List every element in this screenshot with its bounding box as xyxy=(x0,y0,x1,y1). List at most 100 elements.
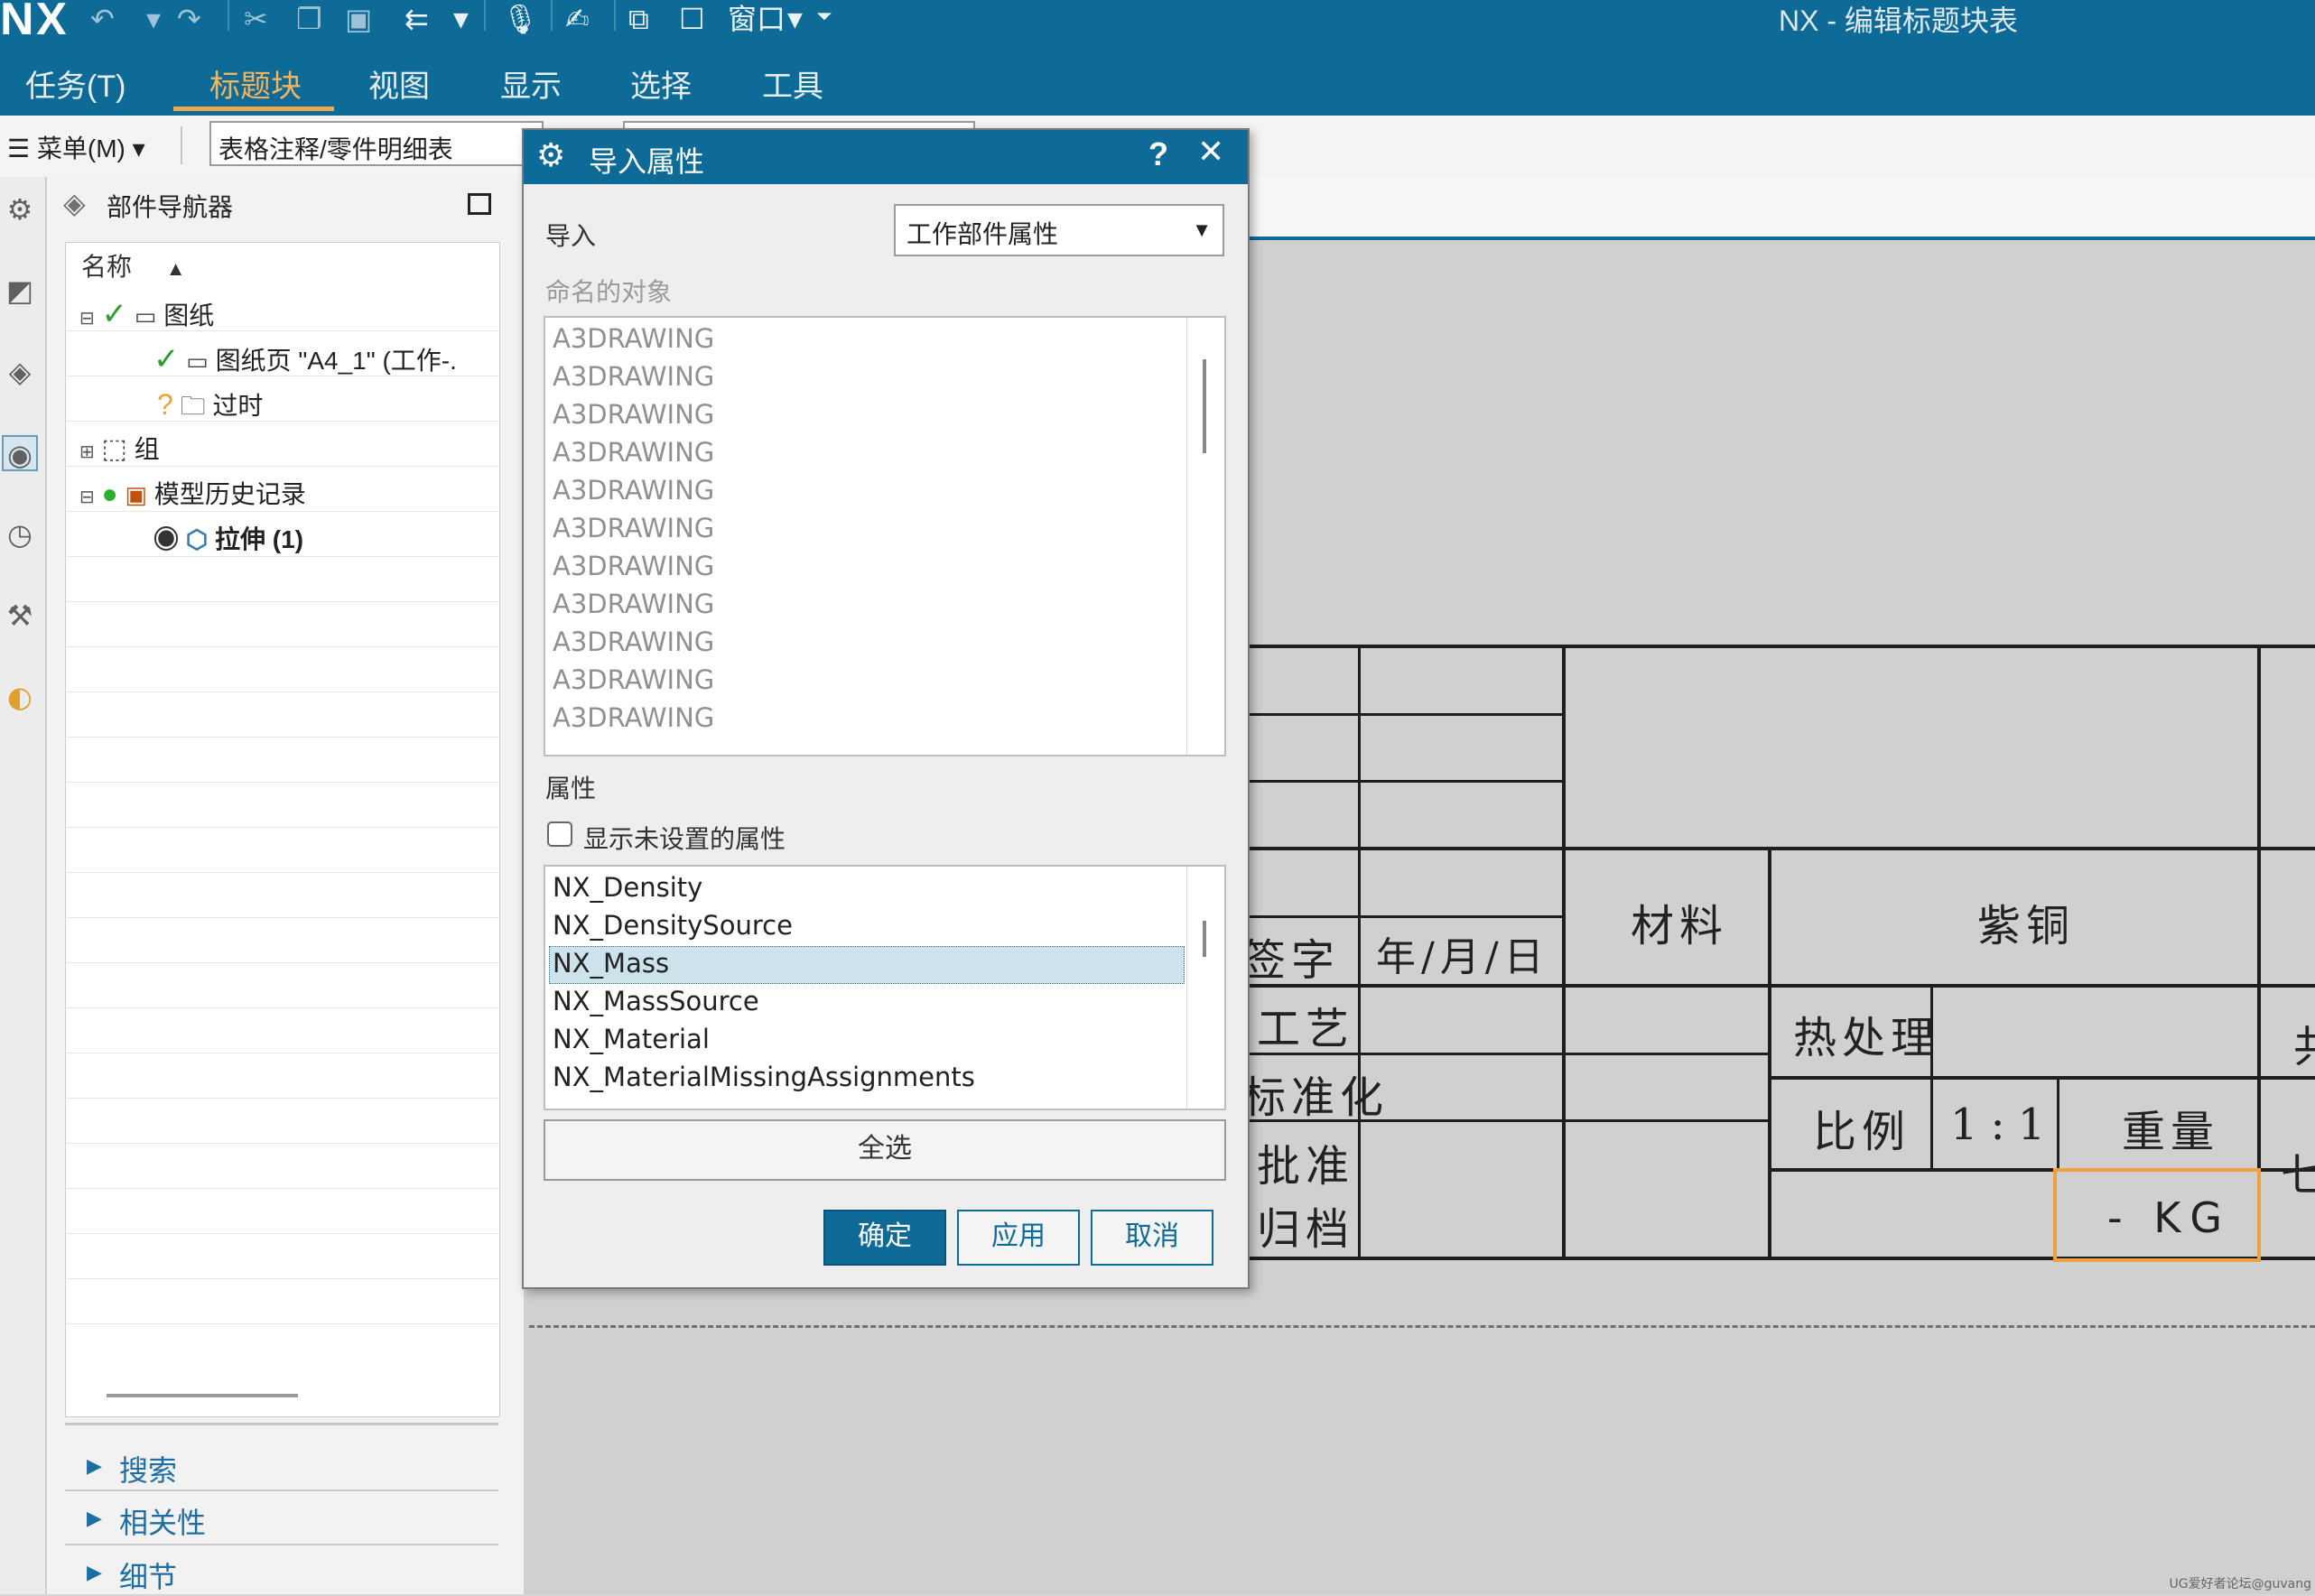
touch-mode-icon[interactable]: ✍ xyxy=(565,2,590,36)
tab-title-block[interactable]: 标题块 xyxy=(209,61,302,107)
list-item[interactable]: A3DRAWING xyxy=(553,551,714,581)
collapse-icon[interactable]: ⊟ xyxy=(79,309,95,329)
tree-row-sheet[interactable]: ✓ ▭ 图纸页 "A4_1" (工作-. xyxy=(153,341,457,377)
cell-scale-value[interactable]: 1:1 xyxy=(1950,1100,2058,1150)
drawing-icon: ▭ xyxy=(134,302,157,329)
cell-material-label[interactable]: 材料 xyxy=(1631,890,1728,953)
select-all-button[interactable]: 全选 xyxy=(544,1119,1226,1181)
redo-icon[interactable]: ↷ xyxy=(177,2,201,36)
list-item[interactable]: A3DRAWING xyxy=(553,475,714,506)
part-navigator-icon: ◈ xyxy=(63,186,86,220)
history-clock-icon[interactable]: ◷ xyxy=(2,516,38,552)
cell-standardization[interactable]: 标准化 xyxy=(1242,1062,1389,1125)
part-navigator-icon[interactable]: ◈ xyxy=(2,354,38,390)
collapse-icon[interactable]: ⊟ xyxy=(79,487,95,507)
cell-material-value[interactable]: 紫铜 xyxy=(1977,890,2075,953)
eye-icon[interactable]: ◉ xyxy=(153,525,179,553)
caret-right-icon[interactable]: ▶ xyxy=(87,1562,102,1584)
table-line xyxy=(1250,915,1564,918)
cell-archive[interactable]: 归档 xyxy=(1257,1193,1354,1257)
tab-select[interactable]: 选择 xyxy=(630,61,692,107)
tree-row-extrude[interactable]: ◉ ⬡ 拉伸 (1) xyxy=(153,520,303,556)
import-source-select[interactable]: 工作部件属性 ▼ xyxy=(894,204,1224,256)
tab-tasks[interactable]: 任务(T) xyxy=(25,61,126,107)
list-item[interactable]: A3DRAWING xyxy=(553,626,714,657)
type-filter-combo[interactable]: 表格注释/零件明细表 xyxy=(209,121,544,166)
list-item[interactable]: A3DRAWING xyxy=(553,323,714,354)
dropdown-arrow-icon[interactable]: ▼ xyxy=(453,9,469,32)
section-dependencies[interactable]: 相关性 xyxy=(119,1500,206,1542)
window-menu[interactable]: 窗口 xyxy=(728,0,786,38)
cell-weight-value[interactable]: - KG xyxy=(2107,1193,2231,1242)
scrollbar-thumb[interactable] xyxy=(1203,359,1206,453)
caret-right-icon[interactable]: ▶ xyxy=(87,1508,102,1530)
cancel-button[interactable]: 取消 xyxy=(1091,1210,1213,1266)
copy-icon[interactable]: ❐ xyxy=(296,2,322,36)
list-item[interactable]: A3DRAWING xyxy=(553,361,714,392)
dropdown-arrow-icon[interactable]: ▼ xyxy=(787,9,803,32)
paste-icon[interactable]: ▣ xyxy=(345,2,372,36)
list-item[interactable]: NX_Density xyxy=(553,872,702,903)
customize-quick-access-icon[interactable]: ⏷ xyxy=(816,5,832,28)
tree-row-drawing[interactable]: ⊟ ✓ ▭ 图纸 xyxy=(79,296,214,332)
named-objects-list[interactable]: A3DRAWING A3DRAWING A3DRAWING A3DRAWING … xyxy=(544,316,1226,756)
tab-view[interactable]: 视图 xyxy=(368,61,430,107)
scrollbar-thumb[interactable] xyxy=(1203,921,1206,957)
cell-date[interactable]: 年/月/日 xyxy=(1376,924,1549,982)
cell-sign[interactable]: 签字 xyxy=(1242,924,1340,988)
tab-display[interactable]: 显示 xyxy=(500,61,562,107)
cell-approve[interactable]: 批准 xyxy=(1257,1130,1354,1193)
question-mark-icon: ? xyxy=(157,388,173,421)
list-item[interactable]: A3DRAWING xyxy=(553,702,714,733)
web-browser-icon[interactable]: ◉ xyxy=(2,435,38,472)
undo-icon[interactable]: ↶ xyxy=(90,2,115,36)
tab-tools[interactable]: 工具 xyxy=(762,61,823,107)
list-item[interactable]: A3DRAWING xyxy=(553,399,714,430)
help-icon[interactable]: ? xyxy=(1148,135,1168,173)
tree-label: 模型历史记录 xyxy=(153,480,306,508)
list-item[interactable]: NX_MaterialMissingAssignments xyxy=(553,1062,975,1092)
attributes-list[interactable]: NX_Density NX_DensitySource NX_Mass NX_M… xyxy=(544,865,1226,1110)
cell-weight-label[interactable]: 重量 xyxy=(2122,1096,2219,1159)
maximize-icon[interactable] xyxy=(468,193,491,215)
list-item[interactable]: NX_DensitySource xyxy=(553,910,793,941)
microphone-icon[interactable]: 🎙 xyxy=(502,2,539,36)
table-line xyxy=(1250,780,1564,783)
dropdown-arrow-icon[interactable]: ▾ xyxy=(146,2,161,36)
window-icon[interactable]: ☐ xyxy=(679,2,705,36)
tree-row-group[interactable]: ⊞ ⬚ 组 xyxy=(79,430,160,466)
cell-heat-treatment[interactable]: 热处理 xyxy=(1793,1002,1939,1065)
cell-process[interactable]: 工艺 xyxy=(1257,993,1354,1056)
cell-edge-2: 七 xyxy=(2281,1150,2315,1201)
list-item[interactable]: A3DRAWING xyxy=(553,513,714,543)
assembly-navigator-icon[interactable]: ◩ xyxy=(2,273,38,309)
list-item[interactable]: A3DRAWING xyxy=(553,437,714,468)
ok-button[interactable]: 确定 xyxy=(823,1210,946,1266)
switch-window-icon[interactable]: ⧉ xyxy=(628,2,649,37)
tree-row-model-history[interactable]: ⊟ ● ▣ 模型历史记录 xyxy=(79,475,306,511)
process-studio-icon[interactable]: ⚒ xyxy=(2,598,38,634)
list-item[interactable]: NX_Material xyxy=(553,1024,710,1054)
reuse-library-icon[interactable]: ◐ xyxy=(2,679,38,715)
cell-scale-label[interactable]: 比例 xyxy=(1813,1096,1911,1159)
section-details[interactable]: 细节 xyxy=(119,1554,177,1596)
list-item[interactable]: A3DRAWING xyxy=(553,664,714,695)
show-unset-checkbox[interactable] xyxy=(547,821,572,847)
cut-icon[interactable]: ✂ xyxy=(244,2,268,36)
list-item[interactable]: NX_MassSource xyxy=(553,986,759,1016)
repeat-command-icon[interactable]: ⇇ xyxy=(404,2,429,36)
drawing-border-dashed xyxy=(529,1325,2315,1328)
caret-right-icon[interactable]: ▶ xyxy=(87,1455,102,1478)
horizontal-scrollbar[interactable] xyxy=(107,1394,298,1397)
list-item[interactable]: A3DRAWING xyxy=(553,589,714,619)
apply-button[interactable]: 应用 xyxy=(957,1210,1080,1266)
expand-icon[interactable]: ⊞ xyxy=(79,442,95,462)
close-icon[interactable]: ✕ xyxy=(1197,134,1224,171)
menu-button[interactable]: ☰ 菜单(M) ▾ xyxy=(7,129,145,165)
tree-row-outdated[interactable]: ? 🗀 过时 xyxy=(157,386,263,431)
list-item-selected[interactable]: NX_Mass xyxy=(553,948,669,979)
settings-gear-icon[interactable]: ⚙ xyxy=(2,191,38,227)
row-divider xyxy=(67,330,498,331)
column-header-name[interactable]: 名称 ▲ xyxy=(81,247,186,283)
section-search[interactable]: 搜索 xyxy=(119,1448,177,1489)
